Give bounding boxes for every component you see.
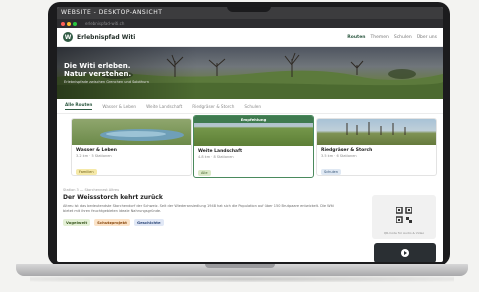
- brand-name[interactable]: Erlebnispfad Witi: [77, 34, 135, 41]
- video-thumbnail[interactable]: [374, 243, 436, 262]
- card-image: [317, 119, 436, 145]
- minimize-window-icon[interactable]: [67, 21, 71, 26]
- card-meta: 4.8 km · 8 Stationen: [198, 155, 234, 159]
- browser-toolbar: erlebnispfad-witi.ch: [57, 19, 443, 28]
- hero-subtitle: Erlebnispfade zwischen Grenchen und Solo…: [64, 80, 149, 84]
- card-title: Riedgräser & Storch: [321, 148, 373, 153]
- nav-item-schulen[interactable]: Schulen: [394, 35, 412, 40]
- close-window-icon[interactable]: [61, 21, 65, 26]
- laptop-base-groove: [205, 264, 275, 268]
- qr-code-panel[interactable]: QR-Code für Audio & Video: [372, 195, 436, 239]
- laptop-screen: WEBSITE - DESKTOP-ANSICHT erlebnispfad-w…: [57, 7, 443, 262]
- station-tags: Vogelwelt Schutzprojekt Geschichte: [63, 219, 363, 226]
- station-info: Station 3 — Storchennest Altreu Der Weis…: [63, 188, 363, 226]
- tag-schutzprojekt[interactable]: Schutzprojekt: [94, 219, 130, 226]
- nav-item-routen[interactable]: Routen: [347, 35, 365, 40]
- main-nav: Routen Themen Schulen Über uns: [347, 35, 437, 40]
- card-image: Empfehlung: [194, 116, 313, 146]
- card-tag: Alle: [198, 170, 211, 176]
- hero-banner: Die Witi erleben. Natur verstehen. Erleb…: [57, 47, 443, 99]
- card-title: Wasser & Leben: [76, 148, 117, 153]
- tab-alle-routen[interactable]: Alle Routen: [65, 102, 93, 110]
- route-card-wasser-leben[interactable]: Wasser & Leben 3.2 km · 5 Stationen Fami…: [71, 118, 192, 176]
- tab-riedgraeser-storch[interactable]: Riedgräser & Storch: [192, 104, 234, 109]
- laptop-shadow: [30, 276, 454, 282]
- featured-badge: Empfehlung: [194, 116, 313, 123]
- camera-notch: [227, 2, 271, 12]
- play-icon[interactable]: [401, 249, 409, 257]
- tab-schulen[interactable]: Schulen: [244, 104, 261, 109]
- route-card-riedgraeser-storch[interactable]: Riedgräser & Storch 3.5 km · 6 Stationen…: [316, 118, 437, 176]
- card-tag: Schulen: [321, 169, 341, 175]
- maximize-window-icon[interactable]: [73, 21, 77, 26]
- site-logo[interactable]: W: [63, 32, 73, 42]
- forest-image: [346, 122, 406, 135]
- card-tag: Familien: [76, 169, 97, 175]
- nav-item-ueber-uns[interactable]: Über uns: [417, 35, 437, 40]
- site-header: W Erlebnispfad Witi Routen Themen Schule…: [57, 28, 443, 47]
- nav-item-themen[interactable]: Themen: [370, 35, 388, 40]
- qr-caption: QR-Code für Audio & Video: [383, 231, 425, 235]
- tab-wasser-leben[interactable]: Wasser & Leben: [102, 104, 136, 109]
- station-title: Der Weissstorch kehrt zurück: [63, 194, 163, 201]
- hero-text: Die Witi erleben. Natur verstehen. Erleb…: [64, 62, 149, 84]
- hero-title-line-2: Natur verstehen.: [64, 70, 132, 78]
- route-filter-tabs: Alle Routen Wasser & Leben Weite Landsch…: [57, 99, 443, 114]
- card-image: [72, 119, 191, 145]
- card-meta: 3.5 km · 6 Stationen: [321, 154, 357, 158]
- address-bar[interactable]: erlebnispfad-witi.ch: [85, 21, 124, 26]
- station-kicker: Station 3 — Storchennest Altreu: [63, 188, 120, 192]
- tag-vogelwelt[interactable]: Vogelwelt: [63, 219, 91, 226]
- pond-image: [100, 129, 184, 141]
- route-cards: Wasser & Leben 3.2 km · 5 Stationen Fami…: [57, 114, 443, 182]
- qr-code-icon: [396, 207, 412, 223]
- card-meta: 3.2 km · 5 Stationen: [76, 154, 112, 158]
- tag-geschichte[interactable]: Geschichte: [133, 219, 164, 226]
- card-title: Weite Landschaft: [198, 149, 243, 154]
- hero-title-line-1: Die Witi erleben.: [64, 62, 131, 70]
- tab-weite-landschaft[interactable]: Weite Landschaft: [146, 104, 182, 109]
- route-card-weite-landschaft[interactable]: Empfehlung Weite Landschaft 4.8 km · 8 S…: [193, 115, 314, 178]
- station-text: Altreu ist das bedeutendste Storchendorf…: [63, 204, 334, 213]
